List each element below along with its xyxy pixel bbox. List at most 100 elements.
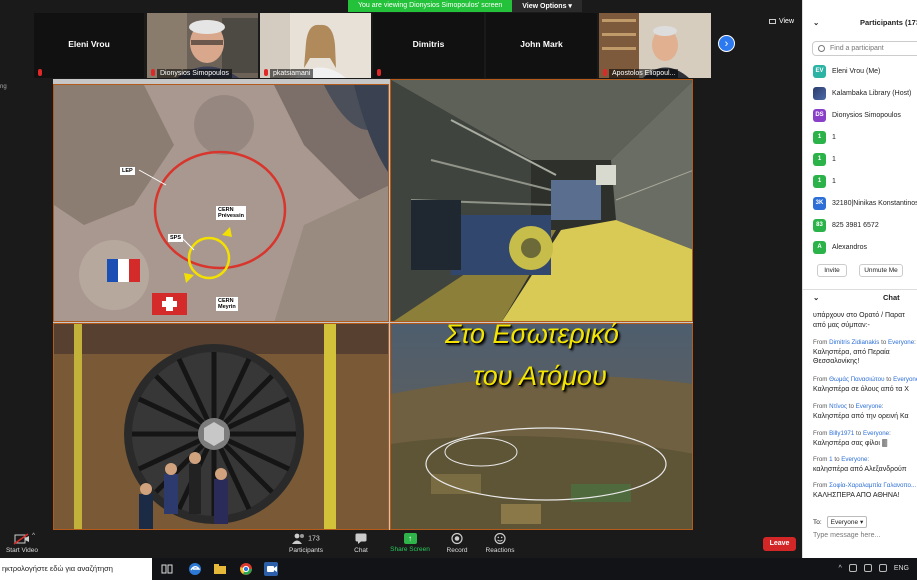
network-icon[interactable] (848, 564, 857, 572)
collapse-chevron-icon[interactable]: ⌄ (813, 18, 819, 27)
chat-message-text: Καλησπέρα σας φίλοι 🀫 (813, 439, 888, 447)
record-icon (451, 533, 463, 545)
participant-row[interactable]: 11 (813, 130, 917, 144)
slide-title-line2: του Ατόμου (473, 361, 607, 391)
chat-button[interactable]: Chat (348, 533, 374, 554)
recipient-name: Everyone (862, 430, 890, 437)
next-page-button[interactable]: › (718, 35, 735, 52)
chat-line: υπάρχουν στο Ορατό / Παρατ (813, 312, 905, 319)
unmute-me-button[interactable]: Unmute Me (859, 264, 903, 277)
video-options-caret[interactable]: ^ (32, 532, 35, 539)
participants-button[interactable]: 173 Participants (286, 533, 326, 554)
chat-message-text: ΚΑΛΗΣΠΕΡΑ ΑΠΟ ΑΘΗΝΑ! (813, 491, 900, 499)
chat-message-input[interactable]: Type message here... (813, 532, 913, 539)
windows-taskbar: ηκτρολογήστε εδώ για αναζήτηση ^ ENG (0, 558, 917, 580)
sender-name: Ντίνος (829, 403, 847, 410)
file-explorer-icon[interactable] (213, 562, 227, 576)
sender-name: 1 (829, 456, 833, 463)
detector-panel (53, 323, 389, 530)
reactions-icon (494, 533, 506, 545)
participant-row[interactable]: EV Eleni Vrou (Me) (813, 64, 917, 78)
chat-message-text: καλησπέρα από Αλεξανδρούπ (813, 465, 907, 473)
zoom-taskbar-icon[interactable] (264, 562, 278, 576)
thumbnail-pkatsiamani[interactable]: pkatsiamani (260, 13, 371, 78)
language-indicator[interactable]: ENG (894, 565, 909, 572)
chat-message: From 1 to Everyone: καλησπέρα από Αλεξανδ… (813, 455, 917, 474)
view-options-button[interactable]: View Options ▾ (512, 0, 582, 12)
participant-avatar: A (813, 240, 826, 254)
thumbnail-name: Eleni Vrou (68, 39, 110, 49)
to-word: to (848, 403, 854, 410)
from-word: From (813, 403, 828, 410)
thumbnail-eleni-vrou[interactable]: Eleni Vrou (34, 13, 144, 78)
task-view-icon[interactable] (160, 562, 174, 576)
thumbnail-dionysios[interactable]: Dionysios Simopoulos (147, 13, 258, 78)
sender-name: Σοφία-Χαραλαμπία Γαλανοπο... (829, 482, 917, 489)
reactions-button[interactable]: Reactions (484, 533, 516, 554)
participant-row[interactable]: DS Dionysios Simopoulos (813, 108, 917, 122)
participant-avatar: DS (813, 108, 826, 122)
to-word: to (881, 339, 887, 346)
aerial-view-panel (390, 323, 693, 530)
muted-mic-icon (603, 69, 607, 76)
view-label: View (778, 18, 794, 25)
people-icon (292, 533, 305, 544)
chat-recipient-row: To: Everyone ▾ (813, 516, 868, 528)
participant-row[interactable]: A Alexandros (813, 240, 917, 254)
collapse-chevron-icon[interactable]: ⌄ (813, 293, 819, 302)
invite-button[interactable]: Invite (817, 264, 847, 277)
recipient-select[interactable]: Everyone ▾ (826, 516, 868, 528)
thumbnail-name: Dimitris (412, 39, 445, 49)
participant-name: 32180|Ninikas Konstantinos (832, 199, 917, 207)
thumbnail-john-mark[interactable]: John Mark (486, 13, 597, 78)
map-label-cern-meyrin: CERN Meyrin (216, 297, 238, 311)
share-banner: You are viewing Dionysios Simopoulos' sc… (348, 0, 582, 12)
to-label: To: (813, 518, 822, 526)
participant-avatar: 1 (813, 174, 826, 188)
app-window: You are viewing Dionysios Simopoulos' sc… (0, 0, 917, 580)
tray-chevron-icon[interactable]: ^ (839, 565, 842, 572)
from-word: From (813, 339, 828, 346)
share-screen-icon: ↑ (403, 533, 417, 544)
participant-row[interactable]: 11 (813, 152, 917, 166)
thumbnail-name: John Mark (520, 39, 563, 49)
participants-title: Participants (173) (860, 18, 917, 27)
chat-line: από μας σύμπαν:- (813, 322, 870, 329)
muted-mic-icon (38, 69, 42, 76)
participant-row[interactable]: 83 825 3981 6572 (813, 218, 917, 232)
start-video-button[interactable]: Start Video (2, 533, 42, 554)
view-button[interactable]: View (768, 18, 794, 25)
chat-message-text: Καλησπέρα σε όλους από τα Χ (813, 385, 909, 393)
map-label-cern-prevessin: CERN Prévessin (216, 206, 246, 220)
volume-icon[interactable] (863, 564, 872, 572)
grid-icon (768, 19, 776, 24)
participant-search-input[interactable]: Find a participant (812, 41, 917, 56)
thumbnail-apostolos[interactable]: Apostolos Eliopoul... (599, 13, 711, 78)
chat-message-sender: From Ντίνος to Everyone: (813, 403, 884, 410)
edge-icon[interactable] (188, 562, 202, 576)
participant-row[interactable]: 11 (813, 174, 917, 188)
chat-message-text: Καλησπέρα, από Περαία (813, 348, 890, 356)
to-word: to (856, 430, 862, 437)
chat-message-sender: From Σοφία-Χαραλαμπία Γαλανοπο... (813, 481, 917, 491)
thumbnail-strip: Eleni Vrou Dionysios Simopoulos pkatsiam… (0, 13, 760, 78)
share-screen-label: Share Screen (390, 546, 430, 553)
share-screen-button[interactable]: ↑ Share Screen (389, 533, 431, 553)
to-word: to (886, 376, 892, 383)
satellite-map-panel: LEP SPS CERN Prévessin CERN Meyrin (53, 84, 389, 322)
thumbnail-dimitris[interactable]: Dimitris (373, 13, 484, 78)
record-button[interactable]: Record (444, 533, 470, 554)
participant-row[interactable]: 3K 32180|Ninikas Konstantinos (813, 196, 917, 210)
battery-icon[interactable] (878, 564, 887, 572)
chat-header: ⌄ Chat (803, 289, 917, 303)
chrome-icon[interactable] (239, 562, 253, 576)
shared-screen: LEP SPS CERN Prévessin CERN Meyrin Στο Ε… (53, 79, 693, 530)
recipient-name: Everyone (893, 376, 917, 383)
participant-row[interactable]: Kalambaka Library (Host) (813, 86, 917, 100)
chat-message: From Billy1971 to Everyone: Καλησπέρα σας… (813, 429, 917, 448)
participant-avatar: 83 (813, 218, 826, 232)
taskbar-search-box[interactable]: ηκτρολογήστε εδώ για αναζήτηση (0, 558, 152, 580)
chat-message-sender: From Dimitris Zidianakis to Everyone: (813, 339, 916, 346)
leave-button[interactable]: Leave (763, 537, 796, 551)
chat-message-text: Καλησπέρα από την ορεινή Κα (813, 412, 909, 420)
